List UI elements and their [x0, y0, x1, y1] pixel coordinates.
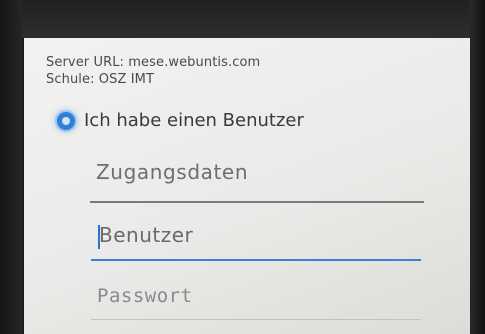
username-input[interactable]: Benutzer: [91, 214, 421, 261]
login-screen: Server URL: mese.webuntis.com Schule: OS…: [24, 38, 470, 334]
section-divider: [90, 201, 424, 203]
have-user-label: Ich habe einen Benutzer: [84, 110, 304, 131]
device-bezel-right: [469, 0, 485, 334]
device-bezel-left: [0, 0, 22, 334]
server-url-text: Server URL: mese.webuntis.com: [46, 55, 261, 70]
password-underline: [91, 319, 421, 320]
password-placeholder: Passwort: [97, 285, 193, 307]
password-input[interactable]: Passwort: [91, 278, 421, 322]
credentials-section-title: Zugangsdaten: [96, 160, 249, 184]
username-placeholder: Benutzer: [99, 223, 194, 247]
username-underline: [91, 259, 421, 261]
radio-button-selected[interactable]: [57, 112, 75, 130]
school-name-text: Schule: OSZ IMT: [46, 72, 155, 87]
device-bezel-top: [0, 0, 485, 38]
